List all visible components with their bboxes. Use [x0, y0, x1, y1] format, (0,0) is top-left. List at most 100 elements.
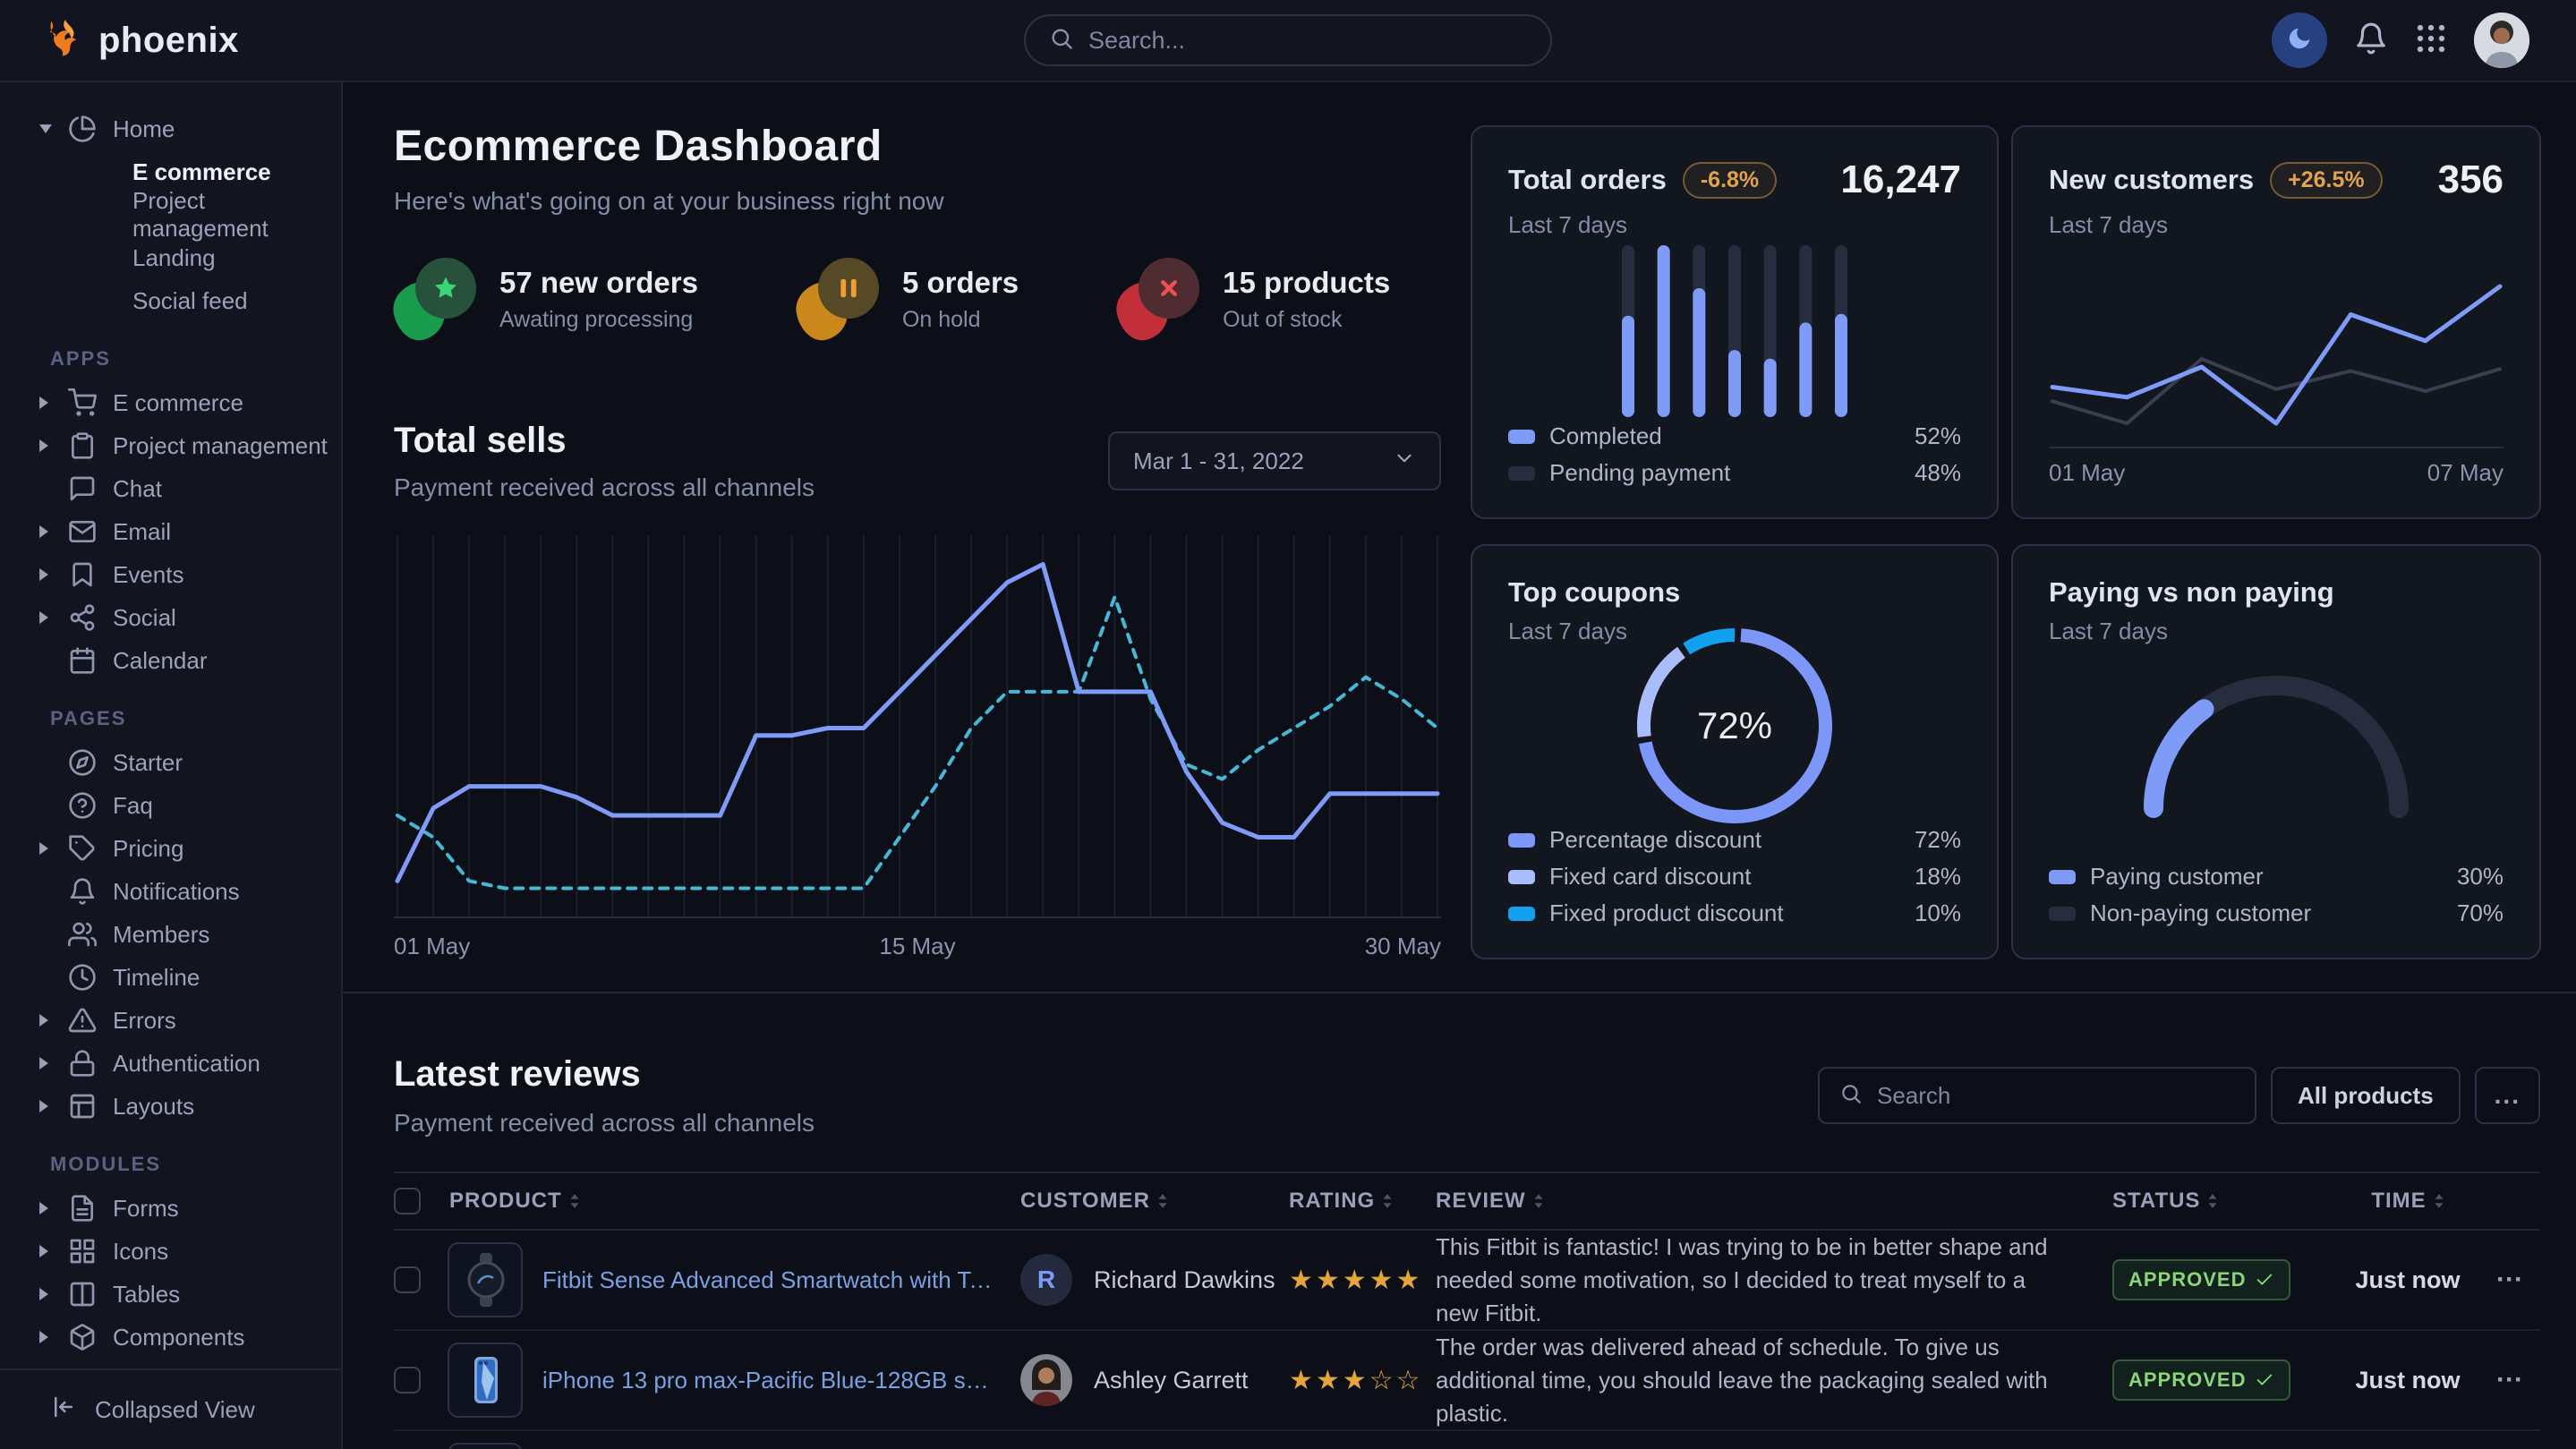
- product-thumbnail-smartwatch[interactable]: [448, 1242, 523, 1317]
- bell-icon: [2354, 21, 2388, 60]
- sidebar-item-project-management-home[interactable]: Project management: [0, 193, 341, 236]
- apps-grid-button[interactable]: [2415, 22, 2447, 59]
- trend-badge: +26.5%: [2270, 162, 2383, 199]
- pie-chart-icon: [68, 115, 97, 143]
- caret-right-icon: [39, 1288, 52, 1300]
- row-actions-button[interactable]: ···: [2479, 1265, 2540, 1295]
- total-orders-value: 16,247: [1840, 158, 1961, 202]
- all-products-button[interactable]: All products: [2271, 1067, 2461, 1124]
- caret-right-icon: [39, 396, 52, 409]
- check-icon: [2255, 1270, 2274, 1290]
- sidebar-item-pricing[interactable]: Pricing: [0, 827, 341, 870]
- legend-paying-customer: Paying customer 30%: [2049, 863, 2503, 891]
- trend-badge: -6.8%: [1683, 162, 1777, 199]
- select-all-checkbox[interactable]: [394, 1188, 421, 1215]
- sidebar-item-social-feed[interactable]: Social feed: [0, 279, 341, 322]
- date-range-select[interactable]: Mar 1 - 31, 2022: [1108, 431, 1441, 490]
- sidebar-item-calendar[interactable]: Calendar: [0, 639, 341, 682]
- reviews-table: PRODUCT CUSTOMER RATING REVIEW STATUS: [394, 1172, 2540, 1449]
- rating-stars: ★★★★★: [1289, 1265, 1436, 1296]
- users-icon: [68, 920, 97, 949]
- reviews-more-button[interactable]: ...: [2475, 1067, 2540, 1124]
- product-link[interactable]: iPhone 13 pro max-Pacific Blue-128GB sto…: [542, 1367, 1020, 1394]
- sidebar: Home E commerce Project management Landi…: [0, 82, 343, 1449]
- collapsed-view-toggle[interactable]: Collapsed View: [0, 1368, 341, 1449]
- search-icon: [1839, 1082, 1863, 1110]
- sidebar-item-social[interactable]: Social: [0, 596, 341, 639]
- x-icon: [1139, 258, 1199, 319]
- sidebar-item-components[interactable]: Components: [0, 1316, 341, 1359]
- sidebar-item-timeline[interactable]: Timeline: [0, 956, 341, 999]
- pause-icon: [818, 258, 879, 319]
- row-checkbox[interactable]: [394, 1367, 421, 1394]
- legend-pending-payment: Pending payment 48%: [1508, 459, 1961, 487]
- sidebar-item-notifications[interactable]: Notifications: [0, 870, 341, 913]
- caret-right-icon: [39, 1331, 52, 1343]
- global-search[interactable]: [1024, 14, 1552, 66]
- collapse-left-icon: [50, 1394, 77, 1427]
- top-coupons-card: Top coupons Last 7 days 72% Percentage d…: [1471, 544, 1999, 959]
- product-thumbnail-iphone[interactable]: [448, 1342, 523, 1418]
- sidebar-item-home[interactable]: Home: [0, 107, 341, 150]
- column-header-product[interactable]: PRODUCT: [449, 1189, 1020, 1214]
- brand-logo[interactable]: phoenix: [47, 18, 239, 64]
- theme-toggle-button[interactable]: [2272, 13, 2327, 68]
- sidebar-item-events[interactable]: Events: [0, 553, 341, 596]
- sidebar-item-errors[interactable]: Errors: [0, 999, 341, 1042]
- check-icon: [2255, 1370, 2274, 1390]
- sidebar-item-members[interactable]: Members: [0, 913, 341, 956]
- row-actions-button[interactable]: ···: [2479, 1365, 2540, 1395]
- row-checkbox[interactable]: [394, 1266, 421, 1293]
- column-header-customer[interactable]: CUSTOMER: [1020, 1189, 1289, 1214]
- clipboard-icon: [68, 431, 97, 460]
- sidebar-item-apps-ecommerce[interactable]: E commerce: [0, 381, 341, 424]
- legend-fixed-card-discount: Fixed card discount 18%: [1508, 863, 1961, 891]
- column-header-rating[interactable]: RATING: [1289, 1189, 1436, 1214]
- top-navbar: phoenix: [0, 0, 2576, 82]
- customer-cell[interactable]: Ashley Garrett: [1020, 1354, 1289, 1406]
- sidebar-item-icons[interactable]: Icons: [0, 1230, 341, 1273]
- sort-icon: [1157, 1193, 1168, 1209]
- notifications-button[interactable]: [2354, 21, 2388, 60]
- global-search-input[interactable]: [1088, 27, 1527, 55]
- main-content: Ecommerce Dashboard Here's what's going …: [343, 82, 2576, 1449]
- sidebar-item-starter[interactable]: Starter: [0, 741, 341, 784]
- user-avatar[interactable]: [2474, 13, 2529, 68]
- sidebar-item-chat[interactable]: Chat: [0, 467, 341, 510]
- sidebar-item-forms[interactable]: Forms: [0, 1187, 341, 1230]
- help-circle-icon: [68, 791, 97, 820]
- caret-right-icon: [39, 1014, 52, 1027]
- alert-triangle-icon: [68, 1006, 97, 1035]
- sort-icon: [1382, 1193, 1393, 1209]
- sort-icon: [569, 1193, 580, 1209]
- sidebar-item-landing[interactable]: Landing: [0, 236, 341, 279]
- customer-cell[interactable]: R Richard Dawkins: [1020, 1254, 1289, 1306]
- paying-gauge-chart: [2142, 669, 2410, 821]
- column-header-time[interactable]: TIME: [2336, 1189, 2479, 1214]
- sidebar-item-email[interactable]: Email: [0, 510, 341, 553]
- product-link[interactable]: Fitbit Sense Advanced Smartwatch with To…: [542, 1266, 1020, 1294]
- sidebar-item-tables[interactable]: Tables: [0, 1273, 341, 1316]
- table-icon: [68, 1280, 97, 1308]
- latest-reviews-subtitle: Payment received across all channels: [394, 1109, 815, 1138]
- new-customers-card: New customers +26.5% 356 Last 7 days 01 …: [2011, 125, 2541, 519]
- reviews-search[interactable]: [1818, 1067, 2256, 1124]
- reviews-search-input[interactable]: [1877, 1082, 2235, 1110]
- sidebar-item-authentication[interactable]: Authentication: [0, 1042, 341, 1085]
- sidebar-item-layouts[interactable]: Layouts: [0, 1085, 341, 1128]
- column-header-review[interactable]: REVIEW: [1436, 1189, 2112, 1214]
- caret-right-icon: [39, 439, 52, 452]
- caret-right-icon: [39, 1100, 52, 1112]
- review-time: Just now: [2336, 1266, 2479, 1294]
- compass-icon: [68, 748, 97, 777]
- column-header-status[interactable]: STATUS: [2112, 1189, 2336, 1214]
- layout-icon: [68, 1092, 97, 1121]
- product-thumbnail[interactable]: [448, 1443, 523, 1449]
- sidebar-item-faq[interactable]: Faq: [0, 784, 341, 827]
- avatar-photo: [1020, 1354, 1072, 1406]
- sidebar-item-apps-project-management[interactable]: Project management: [0, 424, 341, 467]
- mail-icon: [68, 517, 97, 546]
- calendar-icon: [68, 646, 97, 675]
- stat-out-of-stock: 15 products Out of stock: [1117, 258, 1390, 340]
- review-time: Just now: [2336, 1367, 2479, 1394]
